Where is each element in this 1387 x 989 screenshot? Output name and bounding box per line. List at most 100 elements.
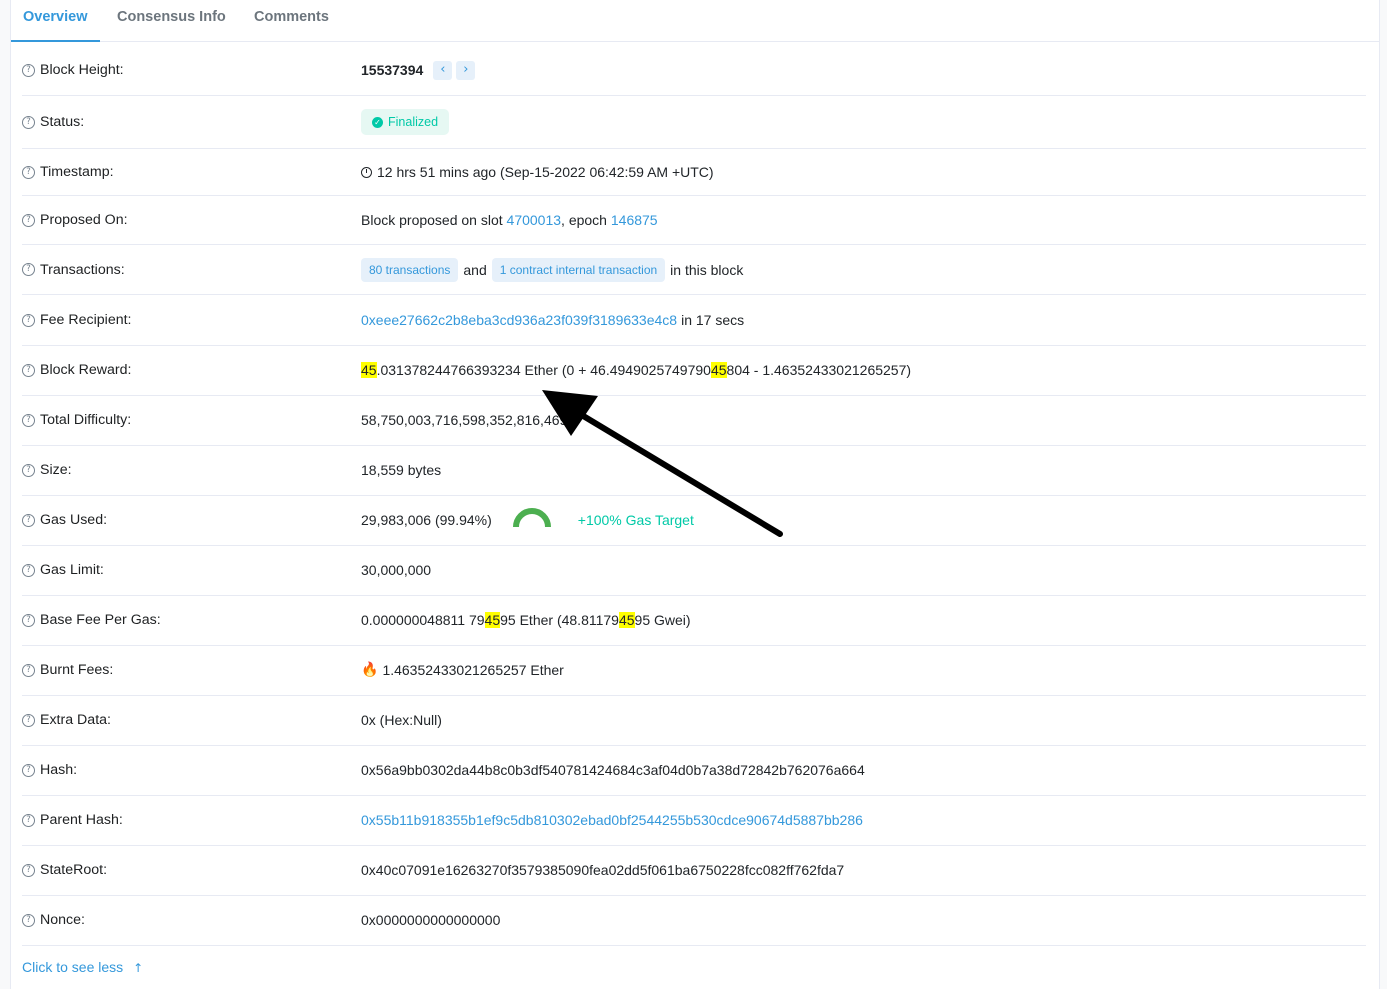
total-difficulty-label: Total Difficulty: bbox=[40, 412, 132, 428]
row-proposed-on: ? Proposed On: Block proposed on slot 470… bbox=[22, 196, 1366, 245]
gas-limit-value: 30,000,000 bbox=[361, 562, 432, 578]
help-icon[interactable]: ? bbox=[22, 663, 35, 677]
fee-recipient-address-link[interactable]: 0xeee27662c2b8eba3cd936a23f039f3189633e4… bbox=[361, 312, 677, 328]
search-highlight: 45 bbox=[484, 612, 501, 628]
chevron-left-icon[interactable]: ‹ bbox=[433, 60, 453, 80]
help-icon[interactable]: ? bbox=[22, 413, 35, 427]
internal-transactions-link[interactable]: 1 contract internal transaction bbox=[491, 257, 666, 282]
burnt-fees-value: 1.46352433021265257 Ether bbox=[382, 662, 564, 678]
nonce-value: 0x0000000000000000 bbox=[361, 912, 501, 928]
row-status: ? Status: ✓ Finalized bbox=[22, 96, 1366, 149]
proposed-on-label: Proposed On: bbox=[40, 212, 128, 228]
block-height-label: Block Height: bbox=[40, 62, 124, 78]
help-icon[interactable]: ? bbox=[22, 613, 35, 627]
hash-label: Hash: bbox=[40, 762, 78, 778]
row-gas-used: ? Gas Used: 29,983,006 (99.94%) +100% Gas… bbox=[22, 495, 1366, 546]
base-fee-label: Base Fee Per Gas: bbox=[40, 612, 161, 628]
transactions-and: and bbox=[463, 261, 487, 278]
search-highlight: 45 bbox=[710, 362, 727, 378]
row-size: ? Size: 18,559 bytes bbox=[22, 445, 1366, 496]
nonce-label: Nonce: bbox=[40, 912, 85, 928]
help-icon[interactable]: ? bbox=[22, 913, 35, 927]
gas-used-label: Gas Used: bbox=[40, 512, 108, 528]
arrow-up-icon: ↑ bbox=[133, 961, 144, 975]
help-icon[interactable]: ? bbox=[22, 213, 35, 227]
row-hash: ? Hash: 0x56a9bb0302da44b8c0b3df540781424… bbox=[22, 745, 1366, 796]
help-icon[interactable]: ? bbox=[22, 63, 35, 77]
gas-limit-label: Gas Limit: bbox=[40, 562, 104, 578]
check-circle-icon: ✓ bbox=[372, 116, 383, 128]
base-fee-part2: 95 Ether (48.81179 bbox=[500, 612, 619, 628]
help-icon[interactable]: ? bbox=[22, 813, 35, 827]
status-value: Finalized bbox=[388, 115, 439, 129]
help-icon[interactable]: ? bbox=[22, 513, 35, 527]
hash-value: 0x56a9bb0302da44b8c0b3df540781424684c3af… bbox=[361, 762, 865, 778]
help-icon[interactable]: ? bbox=[22, 165, 35, 179]
status-label: Status: bbox=[40, 114, 85, 130]
help-icon[interactable]: ? bbox=[22, 313, 35, 327]
tab-overview[interactable]: Overview bbox=[11, 0, 99, 42]
block-reward-label: Block Reward: bbox=[40, 362, 132, 378]
base-fee-part1: 0.000000048811 79 bbox=[361, 612, 485, 628]
search-highlight: 45 bbox=[618, 612, 635, 628]
help-icon[interactable]: ? bbox=[22, 713, 35, 727]
gas-gauge-icon bbox=[512, 508, 551, 528]
help-icon[interactable]: ? bbox=[22, 263, 35, 276]
help-icon[interactable]: ? bbox=[22, 763, 35, 777]
status-badge: ✓ Finalized bbox=[361, 109, 450, 135]
help-icon[interactable]: ? bbox=[22, 115, 35, 129]
proposed-middle: , epoch bbox=[561, 212, 611, 228]
fee-recipient-label: Fee Recipient: bbox=[40, 312, 132, 328]
help-icon[interactable]: ? bbox=[22, 463, 35, 477]
slot-link[interactable]: 4700013 bbox=[507, 212, 562, 228]
row-stateroot: ? StateRoot: 0x40c07091e16263270f35793850… bbox=[22, 845, 1366, 896]
see-less-label: Click to see less bbox=[22, 959, 124, 975]
burnt-fees-label: Burnt Fees: bbox=[40, 662, 114, 678]
help-icon[interactable]: ? bbox=[22, 563, 35, 577]
row-gas-limit: ? Gas Limit: 30,000,000 bbox=[22, 545, 1366, 596]
row-block-height: ? Block Height: 15537394 ‹ › bbox=[22, 45, 1366, 96]
parent-hash-label: Parent Hash: bbox=[40, 812, 123, 828]
row-fee-recipient: ? Fee Recipient: 0xeee27662c2b8eba3cd936a… bbox=[22, 295, 1366, 346]
row-base-fee: ? Base Fee Per Gas: 0.000000048811 79 45 95… bbox=[22, 595, 1366, 646]
flame-icon: 🔥 bbox=[361, 662, 379, 678]
parent-hash-link[interactable]: 0x55b11b918355b1ef9c5db810302ebad0bf2544… bbox=[361, 812, 863, 828]
clock-icon bbox=[361, 166, 372, 178]
extra-data-label: Extra Data: bbox=[40, 712, 111, 728]
stateroot-label: StateRoot: bbox=[40, 862, 108, 878]
timestamp-value: 12 hrs 51 mins ago (Sep-15-2022 06:42:59… bbox=[377, 164, 714, 180]
see-less-link[interactable]: Click to see less ↑ bbox=[22, 959, 143, 975]
block-reward-part1: .031378244766393234 Ether (0 + 46.494902… bbox=[376, 362, 711, 378]
row-total-difficulty: ? Total Difficulty: 58,750,003,716,598,35… bbox=[22, 395, 1366, 446]
epoch-link[interactable]: 146875 bbox=[611, 212, 658, 228]
help-icon[interactable]: ? bbox=[22, 863, 35, 877]
tab-comments[interactable]: Comments bbox=[254, 0, 329, 41]
row-extra-data: ? Extra Data: 0x (Hex:Null) bbox=[22, 695, 1366, 746]
block-height-value: 15537394 bbox=[361, 62, 424, 78]
extra-data-value: 0x (Hex:Null) bbox=[361, 712, 442, 728]
size-value: 18,559 bytes bbox=[361, 462, 442, 478]
fee-recipient-suffix: in 17 secs bbox=[681, 312, 745, 328]
row-timestamp: ? Timestamp: 12 hrs 51 mins ago (Sep-15-2… bbox=[22, 149, 1366, 196]
gas-used-value: 29,983,006 (99.94%) bbox=[361, 512, 492, 528]
proposed-prefix: Block proposed on slot bbox=[361, 212, 507, 228]
chevron-right-icon[interactable]: › bbox=[456, 60, 476, 80]
transactions-suffix: in this block bbox=[670, 261, 744, 278]
row-transactions: ? Transactions: 80 transactions and 1 con… bbox=[22, 245, 1366, 295]
block-reward-part2: 804 - 1.46352433021265257) bbox=[726, 362, 912, 378]
transactions-count-link[interactable]: 80 transactions bbox=[361, 257, 459, 282]
total-difficulty-value: 58,750,003,716,598,352,816,469 bbox=[361, 412, 568, 428]
tab-consensus-info[interactable]: Consensus Info bbox=[117, 0, 226, 41]
block-overview-card: Overview Consensus Info Comments ? Block … bbox=[10, 0, 1380, 989]
row-parent-hash: ? Parent Hash: 0x55b11b918355b1ef9c5db810… bbox=[22, 795, 1366, 846]
base-fee-part3: 95 Gwei) bbox=[634, 612, 691, 628]
row-burnt-fees: ? Burnt Fees: 🔥 1.46352433021265257 Ether bbox=[22, 645, 1366, 696]
row-block-reward: ? Block Reward: 45.031378244766393234 Eth… bbox=[22, 345, 1366, 396]
row-nonce: ? Nonce: 0x0000000000000000 bbox=[22, 895, 1366, 946]
timestamp-label: Timestamp: bbox=[40, 164, 114, 180]
gas-target: +100% Gas Target bbox=[577, 512, 694, 528]
help-icon[interactable]: ? bbox=[22, 363, 35, 377]
stateroot-value: 0x40c07091e16263270f3579385090fea02dd5f0… bbox=[361, 862, 845, 878]
tab-bar: Overview Consensus Info Comments bbox=[11, 0, 1379, 42]
transactions-label: Transactions: bbox=[40, 261, 125, 278]
